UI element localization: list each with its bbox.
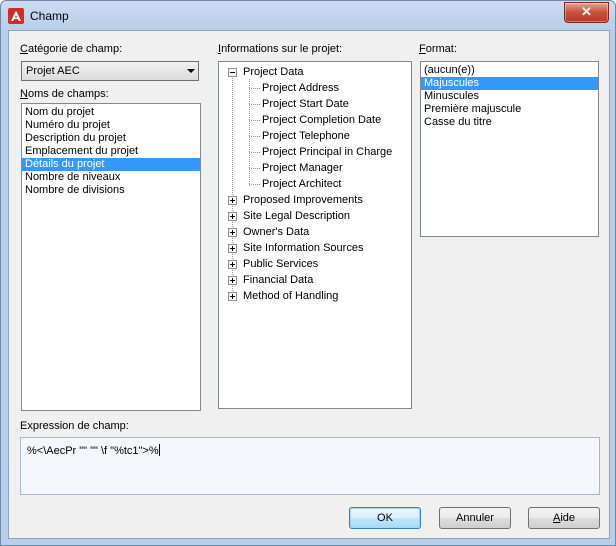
tree-connector — [249, 120, 260, 121]
tree-node-label: Project Data — [243, 66, 304, 78]
tree-node-label: Financial Data — [243, 274, 314, 286]
tree-connector — [249, 136, 260, 137]
autocad-logo-icon — [8, 8, 24, 24]
field-names-list[interactable]: Nom du projet Numéro du projet Description… — [21, 103, 201, 411]
expand-icon[interactable] — [228, 260, 237, 269]
chevron-down-icon — [187, 69, 195, 73]
expand-icon[interactable] — [228, 212, 237, 221]
tree-node-label: Proposed Improvements — [243, 194, 363, 206]
expression-field[interactable]: %<\AecPr "" "" \f "%tc1">% — [20, 437, 600, 495]
format-item[interactable]: Casse du titre — [421, 116, 598, 129]
window-title: Champ — [30, 9, 69, 23]
text-caret — [158, 444, 160, 456]
expand-icon[interactable] — [228, 196, 237, 205]
field-name-item[interactable]: Nombre de niveaux — [22, 171, 200, 184]
expand-icon[interactable] — [228, 228, 237, 237]
field-name-item[interactable]: Numéro du projet — [22, 119, 200, 132]
format-label: Format: — [419, 43, 457, 55]
format-item[interactable]: Première majuscule — [421, 103, 598, 116]
ok-button[interactable]: OK — [349, 507, 421, 529]
tree-node-label: Project Architect — [262, 178, 342, 190]
dialog-client-area: Catégorie de champ: Projet AEC Noms de c… — [8, 30, 610, 539]
tree-node-label: Site Information Sources — [243, 242, 364, 254]
format-item[interactable]: (aucun(e)) — [421, 64, 598, 77]
format-list[interactable]: (aucun(e)) Majuscules Minuscules Première m… — [420, 61, 599, 237]
tree-node-label: Method of Handling — [243, 290, 339, 302]
project-info-tree[interactable]: Project Data Project Address Project Start… — [218, 61, 412, 409]
tree-node-label: Owner's Data — [243, 226, 310, 238]
tree-node-label: Project Address — [262, 82, 340, 94]
tree-node-label: Project Principal in Charge — [262, 146, 393, 158]
tree-node-label: Project Manager — [262, 162, 343, 174]
tree-connector — [249, 104, 260, 105]
close-button[interactable]: ✕ — [564, 2, 609, 23]
expression-label: Expression de champ: — [20, 420, 129, 432]
format-item[interactable]: Majuscules — [421, 77, 598, 90]
tree-node-child[interactable]: Project Telephone — [219, 128, 409, 144]
expression-value[interactable]: %<\AecPr "" "" \f "%tc1">% — [27, 444, 160, 457]
close-icon: ✕ — [581, 4, 592, 19]
tree-node-group[interactable]: Site Legal Description — [219, 208, 409, 224]
tree-connector — [249, 168, 260, 169]
tree-connector — [249, 88, 260, 89]
expand-icon[interactable] — [228, 244, 237, 253]
tree-node-group[interactable]: Public Services — [219, 256, 409, 272]
tree-node-group[interactable]: Method of Handling — [219, 288, 409, 304]
tree-node-child[interactable]: Project Completion Date — [219, 112, 409, 128]
field-name-item[interactable]: Détails du projet — [22, 158, 200, 171]
title-bar[interactable]: Champ ✕ — [1, 1, 615, 31]
field-names-label: Noms de champs: — [20, 88, 109, 100]
tree-node-child[interactable]: Project Manager — [219, 160, 409, 176]
format-item[interactable]: Minuscules — [421, 90, 598, 103]
tree-node-group[interactable]: Owner's Data — [219, 224, 409, 240]
tree-node-child[interactable]: Project Address — [219, 80, 409, 96]
tree-node-label: Project Completion Date — [262, 114, 382, 126]
tree-node-label: Site Legal Description — [243, 210, 351, 222]
help-button[interactable]: Aide — [528, 507, 600, 529]
tree-connector — [249, 184, 260, 185]
field-name-item[interactable]: Emplacement du projet — [22, 145, 200, 158]
collapse-icon[interactable] — [228, 68, 237, 77]
category-selected-value: Projet AEC — [26, 65, 80, 77]
tree-node-label: Public Services — [243, 258, 319, 270]
field-name-item[interactable]: Nom du projet — [22, 106, 200, 119]
cancel-button[interactable]: Annuler — [439, 507, 511, 529]
project-info-label: Informations sur le projet: — [218, 43, 343, 55]
category-label: Catégorie de champ: — [20, 43, 123, 55]
tree-node-group[interactable]: Financial Data — [219, 272, 409, 288]
expand-icon[interactable] — [228, 276, 237, 285]
category-dropdown[interactable]: Projet AEC — [21, 61, 199, 81]
tree-node-label: Project Start Date — [262, 98, 349, 110]
expand-icon[interactable] — [228, 292, 237, 301]
tree-connector — [249, 152, 260, 153]
field-name-item[interactable]: Description du projet — [22, 132, 200, 145]
tree-node-child[interactable]: Project Principal in Charge — [219, 144, 409, 160]
tree-node-group[interactable]: Proposed Improvements — [219, 192, 409, 208]
tree-node-child[interactable]: Project Start Date — [219, 96, 409, 112]
field-name-item[interactable]: Nombre de divisions — [22, 184, 200, 197]
dialog-window: Champ ✕ Catégorie de champ: Projet AEC N… — [0, 0, 616, 546]
tree-node-child[interactable]: Project Architect — [219, 176, 409, 192]
tree-node-project-data[interactable]: Project Data — [219, 64, 409, 80]
tree-node-group[interactable]: Site Information Sources — [219, 240, 409, 256]
tree-node-label: Project Telephone — [262, 130, 350, 142]
